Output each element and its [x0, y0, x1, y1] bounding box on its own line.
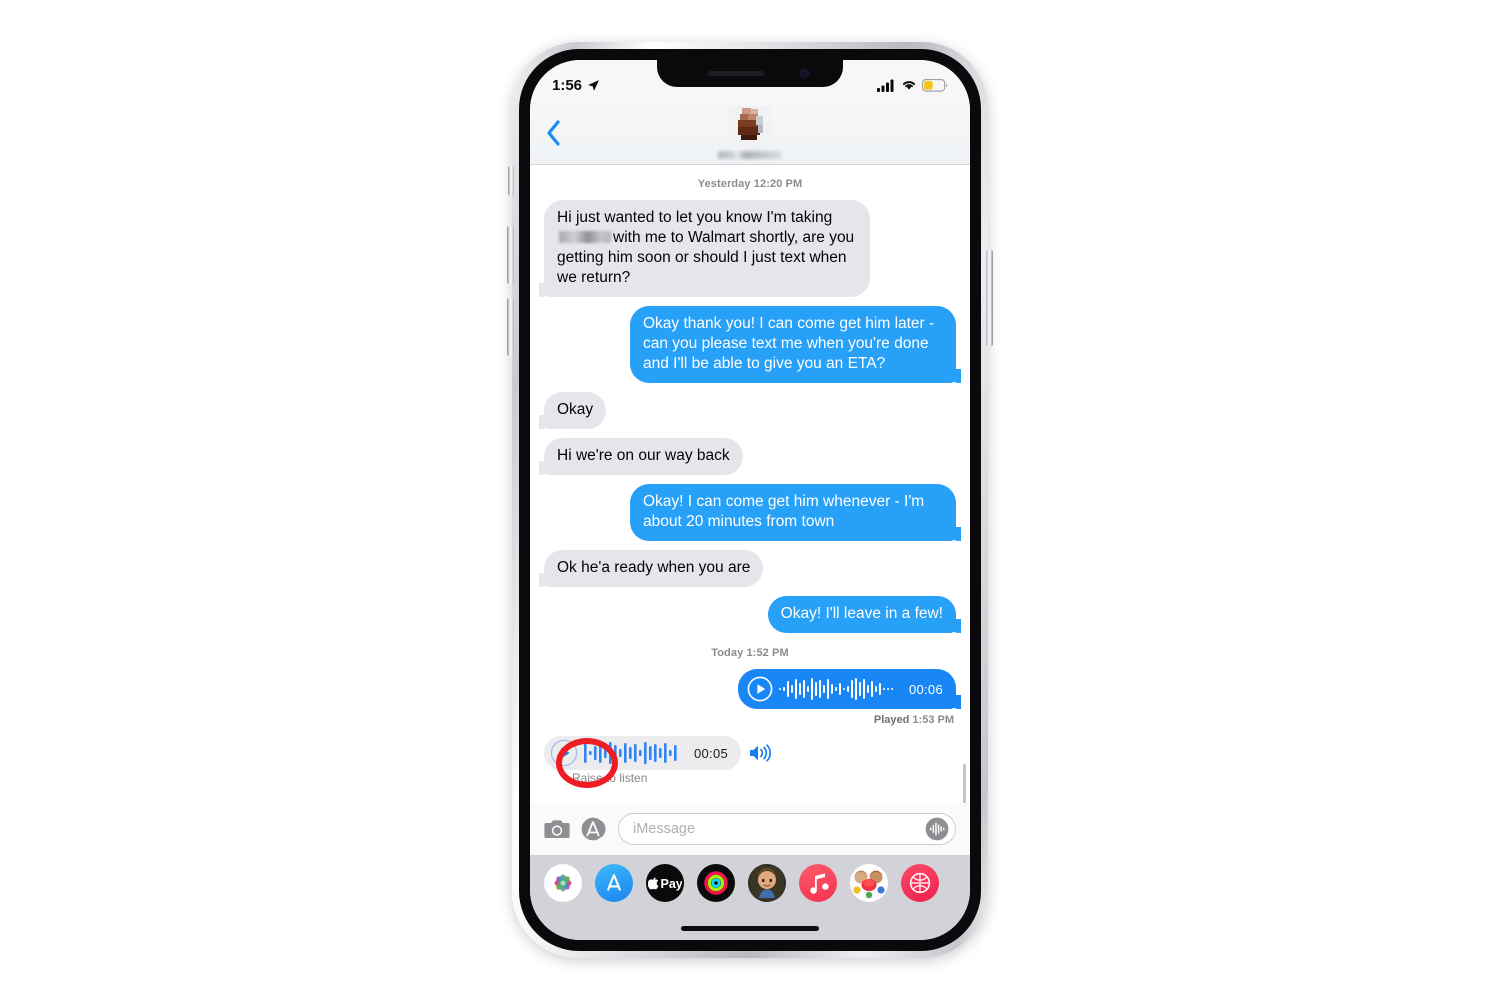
- date-separator-today: Today 1:52 PM: [711, 647, 789, 659]
- home-indicator[interactable]: [681, 926, 819, 931]
- message-bubble-outgoing[interactable]: Okay! I'll leave in a few!: [767, 596, 962, 633]
- message-row: Hi just wanted to let you know I'm takin…: [539, 200, 956, 297]
- audio-message-received: 00:05: [544, 736, 772, 770]
- message-bubble-outgoing[interactable]: Okay! I can come get him whenever - I'm …: [630, 484, 961, 541]
- message-row: Okay! I can come get him whenever - I'm …: [544, 484, 961, 541]
- message-bubble-outgoing[interactable]: Okay thank you! I can come get him later…: [630, 306, 961, 383]
- played-label: Played: [873, 714, 910, 726]
- audio-played-status: Played 1:53 PM: [874, 714, 954, 726]
- app-store-icon[interactable]: [581, 816, 607, 842]
- battery-low-power-icon: [922, 78, 948, 92]
- speaker-volume-icon[interactable]: [748, 742, 772, 764]
- imessage-input-field[interactable]: iMessage: [618, 813, 956, 845]
- screenshot-canvas: 1:56 Yesterday 12:20 PM Hi just wanted t…: [0, 0, 1500, 1000]
- apple-pay-app-icon[interactable]: Pay: [646, 864, 684, 902]
- contact-info[interactable]: [718, 106, 782, 159]
- audio-message-sent: 00:06 Played 1:53 PM: [737, 669, 962, 726]
- camera-icon[interactable]: [544, 818, 570, 840]
- earpiece-speaker-icon: [708, 71, 764, 76]
- audio-bubble-incoming[interactable]: 00:05: [544, 736, 742, 770]
- front-camera-icon: [800, 69, 809, 78]
- activity-rings-app-icon[interactable]: [697, 864, 735, 902]
- message-row: Okay: [538, 392, 956, 429]
- message-row: 00:05 Raise to listen: [544, 732, 956, 785]
- contact-name-redacted: [718, 151, 782, 159]
- avatar[interactable]: [729, 106, 771, 148]
- raise-to-listen-hint: Raise to listen: [572, 771, 648, 785]
- audio-waveform-icon: [584, 742, 677, 764]
- audio-waveform-icon: [778, 678, 893, 700]
- cellular-bars-icon: [877, 79, 894, 92]
- imessage-placeholder: iMessage: [633, 821, 696, 837]
- memoji-stickers-app-icon[interactable]: [850, 864, 888, 902]
- mute-switch-button[interactable]: [508, 166, 514, 196]
- message-input-bar: iMessage: [530, 803, 970, 855]
- message-row: Hi we're on our way back: [539, 438, 956, 475]
- message-row: Okay! I'll leave in a few!: [544, 596, 962, 633]
- svg-text:Pay: Pay: [661, 877, 683, 891]
- photos-app-icon[interactable]: [544, 864, 582, 902]
- device-notch: [657, 60, 843, 87]
- back-chevron-icon[interactable]: [546, 120, 561, 146]
- status-bar-time: 1:56: [552, 76, 583, 94]
- status-bar-right: [877, 78, 948, 92]
- phone-screen: 1:56 Yesterday 12:20 PM Hi just wanted t…: [530, 60, 970, 940]
- message-row: 00:06 Played 1:53 PM: [544, 669, 962, 726]
- location-arrow-icon: [588, 79, 599, 91]
- partial-red-app-icon[interactable]: [901, 864, 939, 902]
- redacted-name: [559, 231, 611, 243]
- audio-record-waveform-icon[interactable]: [925, 817, 949, 841]
- message-row: Ok he'a ready when you are: [538, 550, 956, 587]
- audio-duration-sent: 00:06: [908, 681, 943, 697]
- message-bubble-incoming[interactable]: Okay: [538, 392, 607, 429]
- memoji-app-icon[interactable]: [748, 864, 786, 902]
- audio-duration-received: 00:05: [694, 745, 729, 761]
- audio-bubble-outgoing[interactable]: 00:06: [737, 669, 962, 709]
- volume-down-button[interactable]: [507, 298, 514, 356]
- status-bar-left: 1:56: [552, 77, 600, 94]
- conversation-header: [530, 104, 970, 165]
- message-text-part-1: Hi just wanted to let you know I'm takin…: [557, 209, 833, 226]
- date-separator-yesterday: Yesterday 12:20 PM: [697, 178, 803, 190]
- app-store-app-icon[interactable]: [595, 864, 633, 902]
- volume-up-button[interactable]: [507, 226, 514, 284]
- power-button[interactable]: [986, 250, 993, 346]
- message-list[interactable]: Yesterday 12:20 PM Hi just wanted to let…: [530, 164, 970, 864]
- music-app-icon[interactable]: [799, 864, 837, 902]
- play-icon[interactable]: [550, 739, 578, 767]
- message-bubble-incoming[interactable]: Hi we're on our way back: [539, 438, 743, 475]
- wifi-icon: [902, 81, 916, 90]
- message-row: Okay thank you! I can come get him later…: [544, 306, 961, 383]
- message-bubble-incoming[interactable]: Hi just wanted to let you know I'm takin…: [539, 200, 870, 297]
- played-time: 1:53 PM: [912, 714, 954, 726]
- play-icon[interactable]: [747, 676, 773, 702]
- message-bubble-incoming[interactable]: Ok he'a ready when you are: [538, 550, 764, 587]
